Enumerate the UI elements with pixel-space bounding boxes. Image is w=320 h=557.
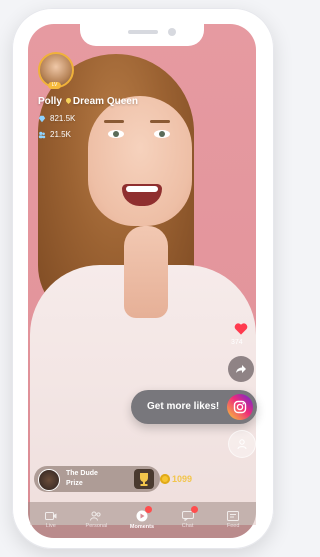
tab-label: Chat (181, 523, 194, 529)
profile-button[interactable] (228, 430, 256, 458)
username-line: Polly Dream Queen (38, 96, 138, 107)
phone-notch (80, 24, 204, 46)
photo-eye-right (154, 130, 170, 138)
pin-icon (64, 96, 72, 105)
follower-count: 21.5K (50, 130, 71, 139)
prize-avatar (38, 469, 60, 491)
photo-face (88, 96, 192, 226)
chat-badge (190, 506, 198, 513)
feed-icon (227, 511, 240, 521)
tab-feed[interactable]: Feed (210, 502, 256, 538)
username: Polly (38, 96, 62, 107)
tab-label: Live (45, 523, 56, 529)
moments-badge (145, 506, 153, 513)
instagram-icon (227, 394, 253, 420)
tab-live[interactable]: Live (28, 502, 74, 538)
tab-chat[interactable]: Chat (165, 502, 211, 538)
photo-hands (124, 226, 168, 318)
prize-banner[interactable]: The Dude Prize (34, 466, 160, 492)
tab-personal[interactable]: Personal (74, 502, 120, 538)
prize-label: Prize (66, 480, 83, 487)
bottom-tab-bar: Live Personal Moments Chat Feed (28, 502, 256, 538)
person-icon (237, 439, 247, 450)
tab-label: Feed (226, 523, 240, 529)
tab-label: Moments (129, 524, 155, 530)
likes-prompt: Get more likes! (147, 401, 220, 412)
tab-label: Personal (85, 523, 108, 529)
diamond-stat: 821.5K (38, 114, 75, 123)
people-tab-icon (90, 511, 101, 521)
photo-brow-left (104, 120, 124, 123)
phone-speaker (128, 30, 158, 34)
diamond-icon (38, 115, 46, 122)
share-button[interactable] (228, 356, 254, 382)
diamond-count: 821.5K (50, 114, 76, 123)
photo-eye-left (108, 130, 124, 138)
share-arrow-icon (236, 365, 246, 373)
phone-camera (168, 28, 176, 36)
level-badge: LV (48, 82, 61, 89)
follower-stat: 21.5K (38, 130, 71, 139)
people-icon (38, 131, 46, 138)
heart-icon[interactable] (234, 322, 248, 336)
user-title: Dream Queen (72, 96, 138, 107)
video-icon (44, 512, 57, 520)
coin-value: 1099 (172, 474, 193, 484)
prize-name: The Dude (66, 470, 98, 477)
trophy-icon (134, 469, 154, 489)
get-more-likes-button[interactable]: Get more likes! (131, 390, 257, 424)
heart-count: 374 (231, 339, 243, 346)
photo-brow-right (150, 120, 170, 123)
coin-icon (160, 474, 170, 484)
tab-moments[interactable]: Moments (119, 502, 165, 538)
